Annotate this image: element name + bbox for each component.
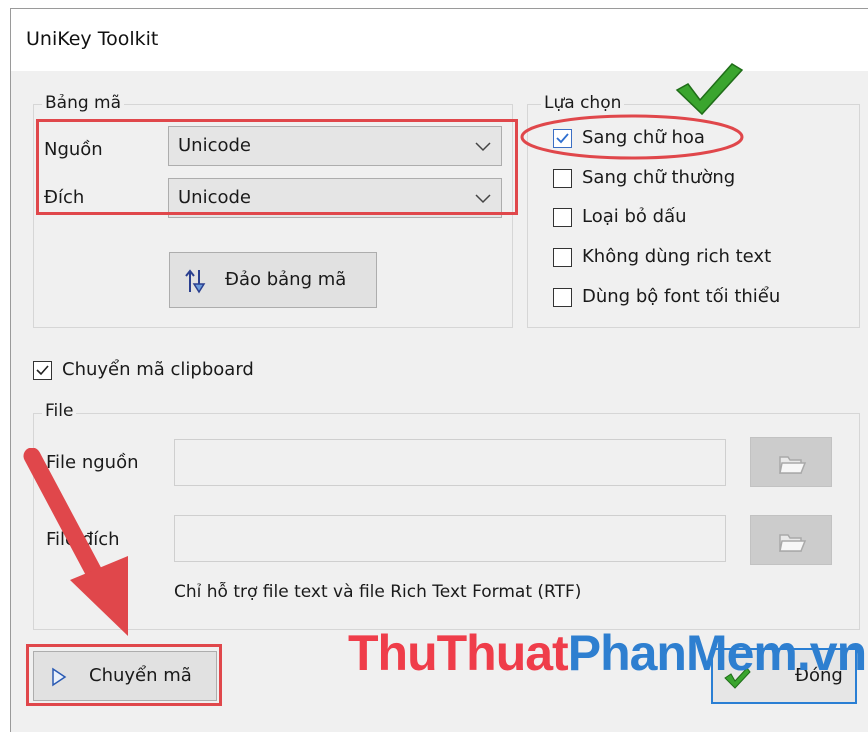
watermark-part1: ThuThuat — [348, 625, 569, 681]
clipboard-option[interactable]: Chuyển mã clipboard — [33, 358, 283, 384]
option-lowercase[interactable]: Sang chữ thường — [553, 166, 813, 192]
encoding-group-legend: Bảng mã — [42, 93, 125, 113]
annotation-highlight-convert — [26, 644, 222, 706]
red-arrow-annotation-icon — [23, 448, 128, 636]
file-format-note: Chỉ hỗ trợ file text và file Rich Text F… — [174, 582, 582, 602]
folder-open-icon — [779, 534, 807, 552]
option-no-rich-text[interactable]: Không dùng rich text — [553, 245, 843, 271]
option-remove-accents[interactable]: Loại bỏ dấu — [553, 205, 813, 231]
options-group-legend: Lựa chọn — [541, 93, 625, 113]
file-group-legend: File — [42, 401, 77, 421]
target-file-input[interactable] — [174, 515, 726, 562]
annotation-highlight-encoding — [36, 119, 518, 215]
lowercase-label: Sang chữ thường — [582, 167, 736, 188]
minimal-font-checkbox[interactable] — [553, 288, 572, 307]
remove-accents-checkbox[interactable] — [553, 208, 572, 227]
folder-open-icon — [779, 456, 807, 474]
swap-arrows-icon — [185, 269, 206, 294]
remove-accents-label: Loại bỏ dấu — [582, 206, 687, 227]
option-minimal-font[interactable]: Dùng bộ font tối thiểu — [553, 285, 843, 311]
swap-encoding-button[interactable]: Đảo bảng mã — [169, 252, 377, 308]
no-rich-text-checkbox[interactable] — [553, 248, 572, 267]
source-file-input[interactable] — [174, 439, 726, 486]
clipboard-label: Chuyển mã clipboard — [62, 359, 254, 380]
watermark-part3: .vn — [796, 625, 867, 681]
check-icon — [36, 365, 49, 376]
clipboard-checkbox[interactable] — [33, 361, 52, 380]
no-rich-text-label: Không dùng rich text — [582, 246, 772, 267]
minimal-font-label: Dùng bộ font tối thiểu — [582, 286, 781, 307]
annotation-ellipse — [520, 114, 744, 160]
green-check-annotation-icon — [675, 63, 744, 116]
window-title: UniKey Toolkit — [26, 28, 159, 50]
watermark: ThuThuatPhanMem.vn — [348, 624, 867, 682]
browse-source-button[interactable] — [750, 437, 832, 487]
browse-target-button[interactable] — [750, 515, 832, 565]
watermark-part2: PhanMem — [567, 625, 798, 681]
swap-encoding-label: Đảo bảng mã — [225, 269, 347, 290]
lowercase-checkbox[interactable] — [553, 169, 572, 188]
